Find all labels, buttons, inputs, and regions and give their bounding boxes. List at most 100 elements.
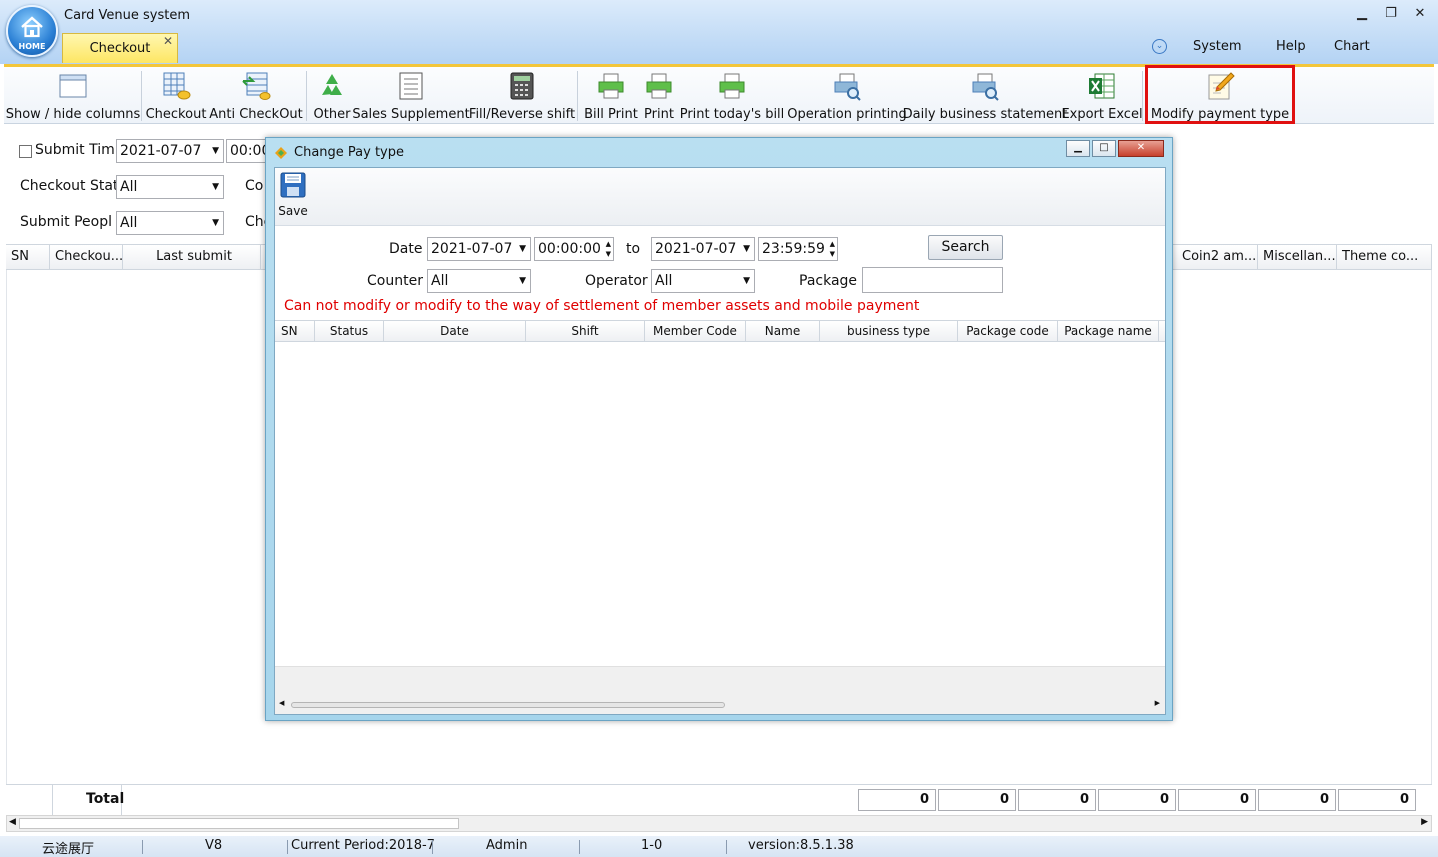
dialog-diamond-icon <box>275 147 287 159</box>
dialog-body: Save Date 2021-07-07 ▼ 00:00:00 ▲ ▼ to 2021… <box>274 167 1166 715</box>
counter-label: Counter <box>367 273 423 289</box>
chevron-down-icon[interactable]: ⌄ <box>1152 39 1167 54</box>
menu-chart[interactable]: Chart <box>1334 39 1370 54</box>
scroll-thumb[interactable] <box>19 818 459 829</box>
scroll-left-icon[interactable]: ◀ <box>279 699 284 707</box>
column-header[interactable]: Date <box>384 321 526 341</box>
dropdown-arrow-icon: ▼ <box>519 276 526 286</box>
status-venue: 云途展厅 <box>42 842 95 857</box>
tab-checkout[interactable]: Checkout ✕ <box>62 33 178 63</box>
floppy-disk-icon <box>280 172 306 198</box>
submit-people-label: Submit Peopl <box>20 214 113 230</box>
column-header[interactable]: SN <box>275 321 315 341</box>
app-title: Card Venue system <box>64 8 191 23</box>
column-header[interactable]: Shift <box>526 321 645 341</box>
column-header[interactable]: Member Code <box>645 321 746 341</box>
column-header[interactable]: business type <box>820 321 958 341</box>
minimize-icon[interactable]: ▁ <box>1354 6 1370 21</box>
dialog-minimize-icon[interactable]: ▁ <box>1066 140 1090 157</box>
printer-magnifier-icon <box>972 73 999 101</box>
dropdown-arrow-icon: ▼ <box>743 244 750 254</box>
column-header[interactable]: Package name <box>1058 321 1159 341</box>
column-header[interactable]: Checkou... <box>50 245 123 269</box>
spin-up-icon[interactable]: ▲ <box>606 240 611 248</box>
save-label: Save <box>278 204 308 218</box>
dropdown-arrow-icon: ▼ <box>519 244 526 254</box>
sales-supplement-button[interactable]: Sales Supplement <box>352 71 470 125</box>
menu-system[interactable]: System <box>1193 39 1241 54</box>
counter-label-bg: Co <box>245 178 264 194</box>
time-to-field[interactable]: 23:59:59 ▲ ▼ <box>758 237 838 261</box>
printer-icon <box>646 73 672 99</box>
dialog-maximize-icon[interactable]: □ <box>1092 140 1116 157</box>
total-cell: 0 <box>1098 789 1176 811</box>
date-label: Date <box>389 241 423 257</box>
home-logo-icon[interactable]: HOME <box>6 5 58 57</box>
spin-down-icon[interactable]: ▼ <box>606 250 611 258</box>
submit-people-select[interactable]: All ▼ <box>116 211 224 235</box>
fill-reverse-shift-button[interactable]: Fill/Reverse shift <box>469 71 575 125</box>
export-excel-button[interactable]: Export Excel <box>1061 71 1143 125</box>
counter-select[interactable]: All ▼ <box>427 269 531 293</box>
window-columns-icon <box>59 74 87 98</box>
dropdown-arrow-icon: ▼ <box>212 146 219 156</box>
printer-icon <box>598 73 624 99</box>
column-header[interactable]: SN <box>6 245 50 269</box>
scroll-left-icon[interactable]: ◀ <box>9 817 16 827</box>
package-input[interactable] <box>862 267 1003 293</box>
spreadsheet-coins-icon <box>163 72 191 100</box>
dialog-horizontal-scrollbar[interactable]: ◀ ▶ <box>275 696 1165 714</box>
scroll-thumb[interactable] <box>291 702 725 708</box>
checkout-status-select[interactable]: All ▼ <box>116 175 224 199</box>
date-from-picker[interactable]: 2021-07-07 ▼ <box>427 237 531 261</box>
operation-printing-button[interactable]: Operation printing <box>787 71 907 125</box>
column-header[interactable]: Status <box>315 321 384 341</box>
menu-help[interactable]: Help <box>1276 39 1306 54</box>
status-period: Current Period:2018-7 <box>291 838 435 853</box>
bill-print-button[interactable]: Bill Print <box>584 71 638 125</box>
dialog-close-icon[interactable]: ✕ <box>1118 140 1164 157</box>
other-button[interactable]: Other <box>312 71 352 125</box>
search-button[interactable]: Search <box>928 235 1003 260</box>
close-window-icon[interactable]: ✕ <box>1412 6 1428 21</box>
dialog-toolbar: Save <box>275 168 1165 226</box>
anti-checkout-button[interactable]: Anti CheckOut <box>209 71 303 125</box>
error-message: Can not modify or modify to the way of s… <box>284 298 920 314</box>
column-header[interactable]: Miscellan... <box>1258 245 1337 269</box>
print-button[interactable]: Print <box>642 71 676 125</box>
time-from-field[interactable]: 00:00:00 ▲ ▼ <box>534 237 614 261</box>
save-button[interactable]: Save <box>278 172 308 218</box>
house-icon <box>21 16 43 38</box>
total-cell: 0 <box>938 789 1016 811</box>
close-tab-icon[interactable]: ✕ <box>163 34 173 48</box>
spin-down-icon[interactable]: ▼ <box>830 250 835 258</box>
submit-time-label: Submit Tim <box>35 142 115 158</box>
total-cell: 0 <box>1258 789 1336 811</box>
horizontal-scrollbar[interactable]: ◀ ▶ <box>6 815 1432 832</box>
date-to-picker[interactable]: 2021-07-07 ▼ <box>651 237 755 261</box>
column-header[interactable]: Last submit <box>123 245 261 269</box>
scroll-right-icon[interactable]: ▶ <box>1155 699 1160 707</box>
restore-icon[interactable]: ❐ <box>1383 6 1399 21</box>
column-header[interactable]: Theme co... <box>1337 245 1432 269</box>
spin-up-icon[interactable]: ▲ <box>830 240 835 248</box>
printer-magnifier-icon <box>834 73 861 101</box>
daily-business-statement-button[interactable]: Daily business statement <box>903 71 1067 125</box>
checkout-button[interactable]: Checkout <box>146 71 206 125</box>
show-hide-columns-button[interactable]: Show / hide columns <box>6 71 140 125</box>
print-todays-bill-button[interactable]: Print today's bill <box>680 71 784 125</box>
operator-label: Operator <box>585 273 648 289</box>
scroll-right-icon[interactable]: ▶ <box>1421 817 1428 827</box>
submit-time-checkbox[interactable] <box>19 145 32 158</box>
column-header[interactable]: Coin2 am... <box>1177 245 1258 269</box>
total-cell: 0 <box>1018 789 1096 811</box>
change-pay-type-dialog: Change Pay type ▁ □ ✕ Save Date 2021-07-… <box>265 137 1173 721</box>
column-header[interactable]: Name <box>746 321 820 341</box>
tab-checkout-label: Checkout <box>89 41 151 56</box>
operator-select[interactable]: All ▼ <box>651 269 755 293</box>
dropdown-arrow-icon: ▼ <box>212 182 219 192</box>
submit-date-picker[interactable]: 2021-07-07 ▼ <box>116 139 224 163</box>
column-header[interactable]: Package code <box>958 321 1058 341</box>
dialog-grid-footer <box>275 666 1165 696</box>
excel-icon <box>1089 73 1115 99</box>
